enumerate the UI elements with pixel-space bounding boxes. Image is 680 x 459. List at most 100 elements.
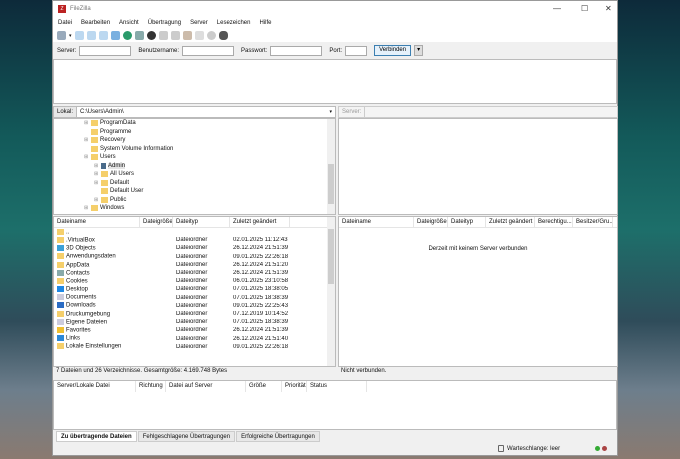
file-row[interactable]: ..: [54, 228, 335, 236]
file-row[interactable]: Links Dateiordner 26.12.2024 21:51:40: [54, 334, 335, 342]
column-header[interactable]: Zuletzt geändert: [230, 217, 290, 227]
menu-1[interactable]: Bearbeiten: [81, 20, 110, 26]
column-header[interactable]: Dateiname: [54, 217, 140, 227]
file-type: Dateiordner: [176, 327, 208, 334]
column-header[interactable]: Dateigröße: [414, 217, 448, 227]
folder-icon: [57, 310, 64, 317]
toggle-log-icon[interactable]: [74, 31, 84, 40]
process-queue-icon[interactable]: [134, 31, 144, 40]
server-input[interactable]: [79, 45, 132, 56]
minimize-button[interactable]: —: [553, 4, 561, 13]
file-row[interactable]: .VirtualBox Dateiordner 02.01.2025 11:12:4…: [54, 236, 335, 244]
queue-tab-1[interactable]: Fehlgeschlagene Übertragungen: [137, 431, 236, 442]
path-dropdown-icon[interactable]: ▾: [329, 109, 335, 115]
column-header[interactable]: Dateigröße: [140, 217, 173, 227]
disconnect-icon[interactable]: [158, 31, 168, 40]
menu-2[interactable]: Ansicht: [119, 20, 139, 26]
folder-icon: [57, 286, 64, 293]
file-list-scrollbar[interactable]: [327, 217, 335, 366]
file-row[interactable]: Eigene Dateien Dateiordner 07.01.2025 18:3…: [54, 318, 335, 326]
filter-icon[interactable]: [182, 31, 192, 40]
column-header[interactable]: Zuletzt geändert: [486, 217, 535, 227]
tree-item[interactable]: ⊞ Users: [54, 153, 335, 162]
file-date: 26.12.2024 21:51:20: [233, 261, 289, 268]
column-header[interactable]: Dateityp: [173, 217, 230, 227]
queue-tab-0[interactable]: Zu übertragende Dateien: [56, 431, 137, 442]
local-path-input[interactable]: C:\Users\Admin\: [77, 109, 329, 115]
file-row[interactable]: Lokale Einstellungen Dateiordner 09.01.202…: [54, 343, 335, 351]
tree-scrollbar[interactable]: [327, 119, 335, 214]
folder-icon: [57, 236, 64, 243]
column-header[interactable]: Dateityp: [448, 217, 486, 227]
tree-item[interactable]: Programme: [54, 128, 335, 137]
tree-item[interactable]: ⊞ All Users: [54, 170, 335, 179]
cancel-icon[interactable]: [146, 31, 156, 40]
tree-item[interactable]: ⊞ Admin: [54, 162, 335, 171]
queue-tab-2[interactable]: Erfolgreiche Übertragungen: [236, 431, 320, 442]
toggle-local-tree-icon[interactable]: [86, 31, 96, 40]
close-button[interactable]: ✕: [605, 4, 612, 13]
tree-item[interactable]: Default User: [54, 187, 335, 196]
menu-4[interactable]: Server: [190, 20, 208, 26]
column-header[interactable]: Berechtigu...: [535, 217, 573, 227]
file-row[interactable]: Documents Dateiordner 07.01.2025 18:38:39: [54, 294, 335, 302]
file-row[interactable]: 3D Objects Dateiordner 26.12.2024 21:51:39: [54, 244, 335, 252]
expand-icon[interactable]: ⊞: [94, 163, 101, 169]
expand-icon[interactable]: ⊞: [84, 120, 91, 126]
expand-icon[interactable]: ⊞: [94, 171, 101, 177]
file-type: Dateiordner: [176, 343, 208, 350]
file-type: Dateiordner: [176, 245, 208, 252]
column-header[interactable]: Besitzer/Gru...: [573, 217, 613, 227]
folder-icon: [101, 179, 108, 186]
folder-icon: [57, 245, 64, 252]
menu-5[interactable]: Lesezeichen: [217, 20, 251, 26]
column-header[interactable]: Größe: [246, 381, 282, 392]
file-row[interactable]: Favorites Dateiordner 26.12.2024 21:51:39: [54, 326, 335, 334]
expand-icon[interactable]: ⊞: [94, 197, 101, 203]
file-row[interactable]: Druckumgebung Dateiordner 07.12.2019 10:14…: [54, 310, 335, 318]
port-input[interactable]: [345, 45, 368, 56]
column-header[interactable]: Richtung: [136, 381, 166, 392]
refresh-icon[interactable]: [122, 31, 132, 40]
file-type: Dateiordner: [176, 294, 208, 301]
toggle-remote-tree-icon[interactable]: [98, 31, 108, 40]
file-row[interactable]: Anwendungsdaten Dateiordner 09.01.2025 22:…: [54, 253, 335, 261]
queue-icon: [498, 445, 504, 452]
file-row[interactable]: Contacts Dateiordner 26.12.2024 21:51:39: [54, 269, 335, 277]
connect-button[interactable]: Verbinden: [374, 45, 412, 56]
expand-icon[interactable]: ⊞: [84, 205, 91, 211]
reconnect-icon[interactable]: [170, 31, 180, 40]
column-header[interactable]: Status: [307, 381, 367, 392]
column-header[interactable]: Datei auf Server: [166, 381, 246, 392]
sync-browse-icon[interactable]: [206, 31, 216, 40]
file-row[interactable]: Downloads Dateiordner 09.01.2025 22:25:43: [54, 302, 335, 310]
compare-icon[interactable]: [194, 31, 204, 40]
search-binoculars-icon[interactable]: [218, 31, 228, 40]
tree-item[interactable]: ⊞ Windows: [54, 204, 335, 213]
column-header[interactable]: Priorität: [282, 381, 307, 392]
maximize-button[interactable]: ☐: [581, 4, 588, 13]
column-header[interactable]: Server/Lokale Datei: [54, 381, 136, 392]
menu-0[interactable]: Datei: [58, 20, 72, 26]
column-header[interactable]: Dateiname: [339, 217, 414, 227]
site-manager-icon[interactable]: [57, 31, 66, 40]
username-input[interactable]: [182, 45, 235, 56]
tree-item[interactable]: System Volume Information: [54, 145, 335, 154]
menu-6[interactable]: Hilfe: [259, 20, 271, 26]
tree-item[interactable]: ⊞ Recovery: [54, 136, 335, 145]
expand-icon[interactable]: ⊞: [84, 154, 91, 160]
password-input[interactable]: [270, 45, 323, 56]
tree-item[interactable]: ⊞ Public: [54, 196, 335, 205]
toggle-queue-icon[interactable]: [110, 31, 120, 40]
file-row[interactable]: AppData Dateiordner 26.12.2024 21:51:20: [54, 261, 335, 269]
expand-icon[interactable]: ⊞: [84, 137, 91, 143]
expand-icon[interactable]: ⊞: [94, 180, 101, 186]
file-row[interactable]: Desktop Dateiordner 07.01.2025 18:38:05: [54, 285, 335, 293]
menu-3[interactable]: Übertragung: [148, 20, 181, 26]
folder-icon: [57, 302, 64, 309]
tree-item[interactable]: ⊞ ProgramData: [54, 119, 335, 128]
connect-dropdown-button[interactable]: ▾: [414, 45, 424, 56]
file-row[interactable]: Cookies Dateiordner 06.01.2025 23:10:58: [54, 277, 335, 285]
file-type: Dateiordner: [176, 270, 208, 277]
tree-item[interactable]: ⊞ Default: [54, 179, 335, 188]
